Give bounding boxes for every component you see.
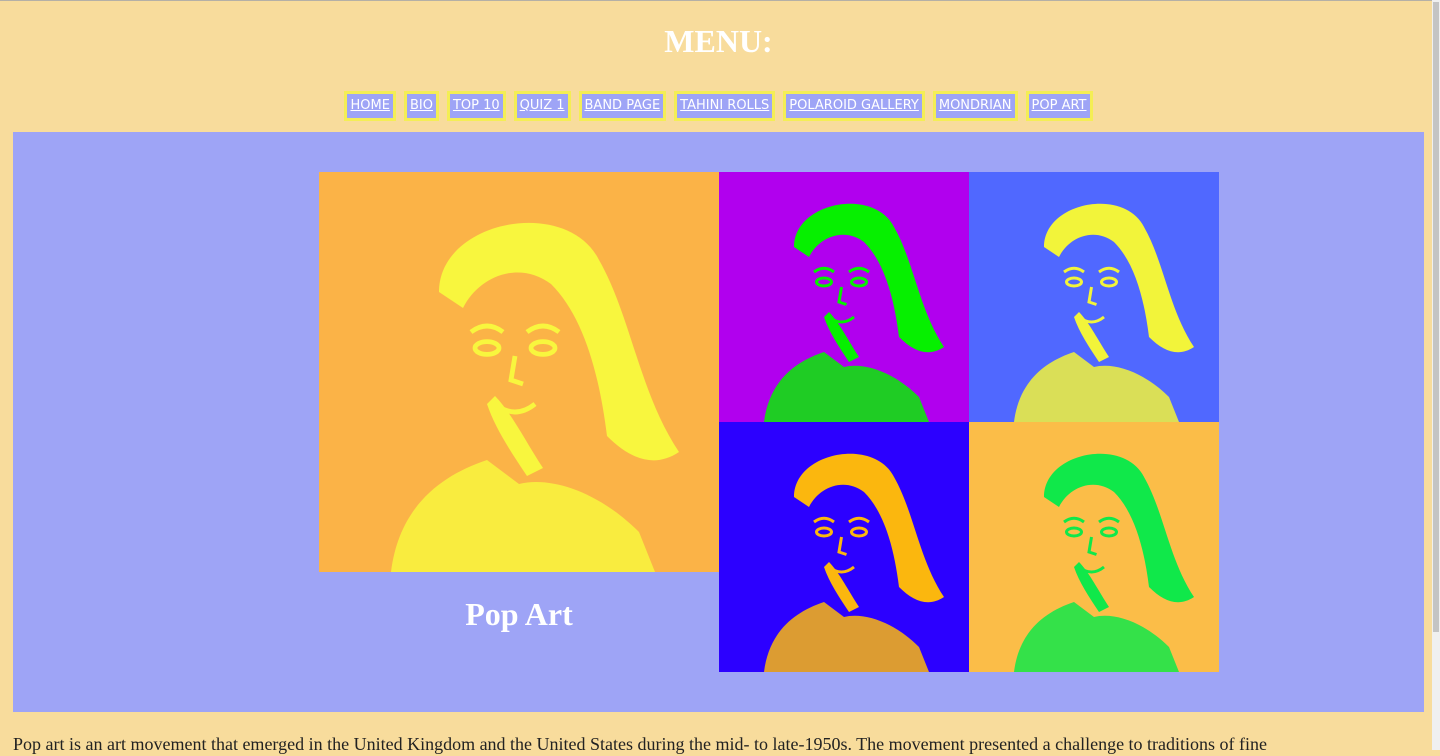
page: MENU: HOME BIO TOP 10 QUIZ 1 BAND PAGE T…	[0, 0, 1432, 754]
pop-art-image-purple	[719, 172, 969, 422]
nav-mondrian[interactable]: MONDRIAN	[932, 91, 1018, 121]
gallery-caption: Pop Art	[465, 596, 573, 632]
nav-top-10[interactable]: TOP 10	[446, 91, 506, 121]
pop-art-image-indigo	[719, 422, 969, 672]
menu-title: MENU:	[664, 23, 773, 59]
nav-home[interactable]: HOME	[344, 91, 396, 121]
nav-tahini-rolls[interactable]: TAHINI ROLLS	[674, 91, 776, 121]
main-nav: HOME BIO TOP 10 QUIZ 1 BAND PAGE TAHINI …	[0, 91, 1437, 121]
scrollbar-thumb[interactable]	[1433, 2, 1439, 632]
nav-polaroid-gallery[interactable]: POLAROID GALLERY	[783, 91, 925, 121]
pop-art-image-large	[319, 172, 719, 572]
intro-paragraph: Pop art is an art movement that emerged …	[13, 734, 1268, 754]
nav-bio[interactable]: BIO	[403, 91, 439, 121]
nav-band-page[interactable]: BAND PAGE	[578, 91, 667, 121]
nav-pop-art[interactable]: POP ART	[1025, 91, 1093, 121]
vertical-scrollbar[interactable]	[1432, 0, 1440, 750]
pop-art-gallery: Pop Art	[13, 132, 1424, 712]
nav-quiz-1[interactable]: QUIZ 1	[513, 91, 571, 121]
pop-art-image-blue	[969, 172, 1219, 422]
pop-art-image-orange	[969, 422, 1219, 672]
